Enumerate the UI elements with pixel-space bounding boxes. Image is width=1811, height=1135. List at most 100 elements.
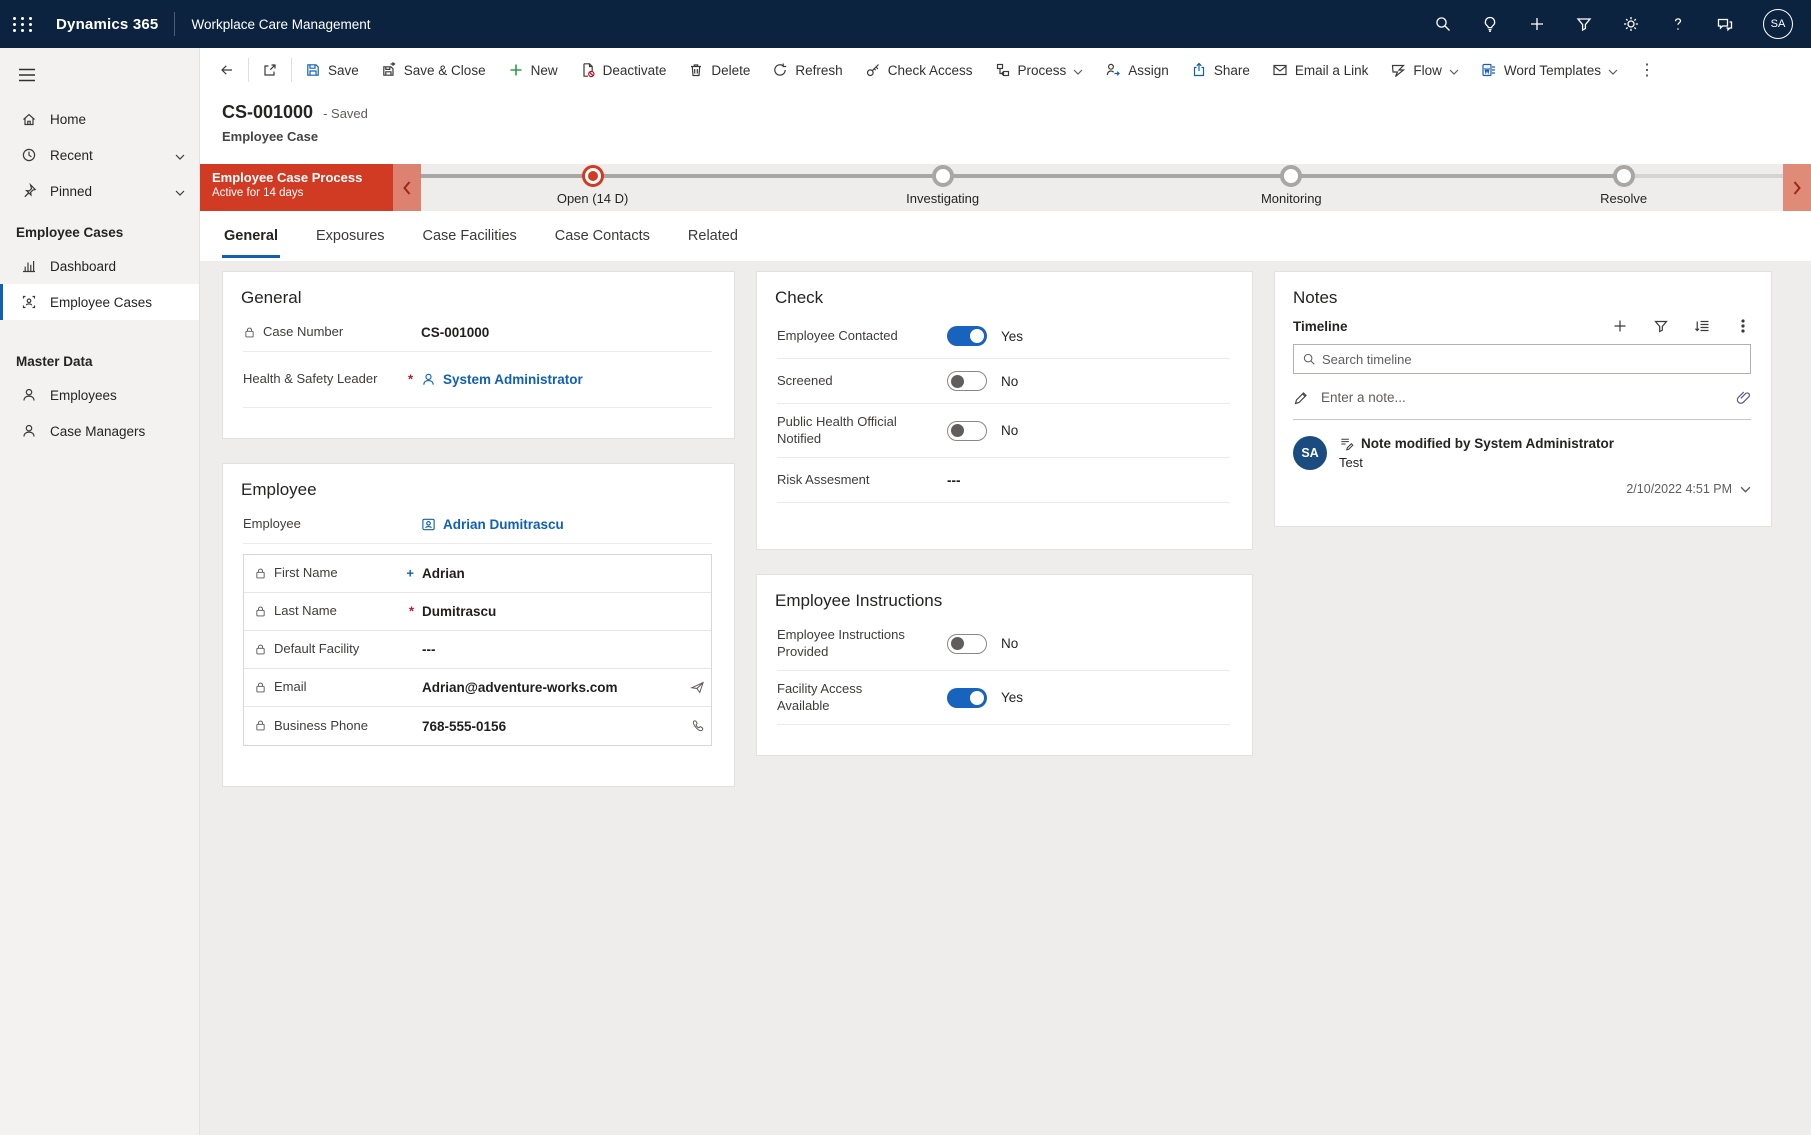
add-icon bbox=[508, 62, 524, 78]
phone-call-icon[interactable] bbox=[690, 719, 705, 734]
card-title: General bbox=[241, 288, 716, 308]
lock-icon bbox=[254, 719, 267, 732]
field-facility-access-available: Facility Access Available Yes bbox=[777, 671, 1230, 725]
pin-icon bbox=[21, 183, 37, 199]
toggle-instructions-provided[interactable] bbox=[947, 634, 987, 654]
note-icon bbox=[1339, 436, 1354, 451]
refresh-button[interactable]: Refresh bbox=[761, 54, 853, 86]
top-navigation-bar: Dynamics 365 Workplace Care Management S… bbox=[0, 0, 1811, 48]
person-icon bbox=[21, 423, 37, 439]
sidebar-item-pinned[interactable]: Pinned bbox=[0, 173, 199, 209]
lock-icon bbox=[254, 681, 267, 694]
field-email: Email Adrian@adventure-works.com bbox=[244, 669, 711, 707]
lookup-value-link[interactable]: Adrian Dumitrascu bbox=[421, 517, 712, 532]
tab-exposures[interactable]: Exposures bbox=[314, 215, 387, 258]
toggle-public-health-official[interactable] bbox=[947, 421, 987, 441]
contact-badge-icon bbox=[421, 517, 436, 532]
lookup-value-link[interactable]: System Administrator bbox=[421, 372, 712, 387]
feedback-icon[interactable] bbox=[1716, 15, 1734, 33]
sidebar-group-employee-cases: Employee Cases bbox=[0, 209, 199, 248]
note-placeholder[interactable]: Enter a note... bbox=[1321, 390, 1406, 405]
bpf-process-box[interactable]: Employee Case Process Active for 14 days bbox=[200, 164, 393, 211]
chevron-down-icon[interactable] bbox=[175, 184, 185, 199]
tab-case-contacts[interactable]: Case Contacts bbox=[553, 215, 652, 258]
toggle-screened[interactable] bbox=[947, 371, 987, 391]
toggle-employee-contacted[interactable] bbox=[947, 326, 987, 346]
bpf-stage-label-resolve[interactable]: Resolve bbox=[1600, 191, 1647, 206]
employee-instructions-card: Employee Instructions Employee Instructi… bbox=[756, 574, 1253, 756]
general-card: General Case Number CS-001000 Health & S… bbox=[222, 271, 735, 439]
required-asterisk: * bbox=[409, 604, 414, 619]
share-button[interactable]: Share bbox=[1180, 54, 1261, 86]
tab-case-facilities[interactable]: Case Facilities bbox=[421, 215, 519, 258]
sidebar-item-employee-cases[interactable]: Employee Cases bbox=[0, 284, 199, 320]
waffle-icon[interactable] bbox=[0, 0, 46, 48]
more-timeline-icon[interactable] bbox=[1735, 318, 1751, 334]
popout-button[interactable] bbox=[251, 54, 289, 86]
sidebar-item-home[interactable]: Home bbox=[0, 101, 199, 137]
sidebar-item-case-managers[interactable]: Case Managers bbox=[0, 413, 199, 449]
bpf-stage-dot-open[interactable] bbox=[582, 165, 604, 187]
more-commands-icon[interactable]: ⋮ bbox=[1629, 60, 1665, 80]
note-avatar: SA bbox=[1293, 436, 1327, 470]
timeline-note-item[interactable]: SA Note modified by System Administrator… bbox=[1293, 436, 1751, 496]
attachment-paperclip-icon[interactable] bbox=[1736, 390, 1751, 406]
bpf-stage-label-investigating[interactable]: Investigating bbox=[906, 191, 979, 206]
toggle-facility-access[interactable] bbox=[947, 688, 987, 708]
bpf-stage-label-open[interactable]: Open (14 D) bbox=[557, 191, 629, 206]
bpf-stage-dot-monitoring[interactable] bbox=[1280, 165, 1302, 187]
bpf-stage-dot-resolve[interactable] bbox=[1613, 165, 1635, 187]
toggle-state: No bbox=[1001, 423, 1018, 438]
save-and-close-button[interactable]: Save & Close bbox=[370, 54, 497, 86]
help-icon[interactable] bbox=[1669, 15, 1687, 33]
form-body: General Case Number CS-001000 Health & S… bbox=[200, 261, 1811, 1135]
sidebar-group-master-data: Master Data bbox=[0, 338, 199, 377]
process-button[interactable]: Process bbox=[984, 54, 1095, 86]
add-note-icon[interactable] bbox=[1612, 318, 1628, 334]
sidebar-item-recent[interactable]: Recent bbox=[0, 137, 199, 173]
field-case-number: Case Number CS-001000 bbox=[243, 314, 712, 352]
sort-timeline-icon[interactable] bbox=[1694, 318, 1710, 334]
search-icon[interactable] bbox=[1434, 15, 1452, 33]
filter-timeline-icon[interactable] bbox=[1653, 318, 1669, 334]
save-icon bbox=[305, 62, 321, 78]
note-entry-row[interactable]: Enter a note... bbox=[1293, 376, 1751, 420]
word-templates-button[interactable]: Word Templates bbox=[1470, 54, 1629, 86]
bpf-collapse-chevron[interactable] bbox=[393, 164, 421, 211]
chevron-down-icon[interactable] bbox=[1740, 486, 1751, 493]
app-name[interactable]: Workplace Care Management bbox=[191, 17, 370, 32]
plus-icon[interactable] bbox=[1528, 15, 1546, 33]
hamburger-icon[interactable] bbox=[0, 48, 199, 101]
deactivate-button[interactable]: Deactivate bbox=[569, 54, 678, 86]
flow-button[interactable]: Flow bbox=[1379, 54, 1470, 86]
save-button[interactable]: Save bbox=[294, 54, 370, 86]
bpf-stage-dot-investigating[interactable] bbox=[932, 165, 954, 187]
delete-button[interactable]: Delete bbox=[677, 54, 761, 86]
chevron-left-icon bbox=[403, 181, 411, 195]
avatar[interactable]: SA bbox=[1763, 9, 1793, 39]
search-timeline-input[interactable] bbox=[1322, 352, 1742, 367]
send-email-icon[interactable] bbox=[690, 680, 705, 695]
chevron-down-icon[interactable] bbox=[175, 148, 185, 163]
sidebar-item-dashboard[interactable]: Dashboard bbox=[0, 248, 199, 284]
sitemap-sidebar: Home Recent Pinned Employee Cases Dashbo… bbox=[0, 48, 200, 1135]
bpf-stage-label-monitoring[interactable]: Monitoring bbox=[1261, 191, 1322, 206]
note-timestamp: 2/10/2022 4:51 PM bbox=[1626, 482, 1732, 496]
command-bar: Save Save & Close New Deactivate Delete … bbox=[200, 48, 1811, 92]
back-button[interactable] bbox=[208, 54, 246, 86]
tab-general[interactable]: General bbox=[222, 215, 280, 258]
gear-icon[interactable] bbox=[1622, 15, 1640, 33]
field-first-name: First Name + Adrian bbox=[244, 555, 711, 593]
lock-icon bbox=[254, 567, 267, 580]
email-link-button[interactable]: Email a Link bbox=[1261, 54, 1380, 86]
new-button[interactable]: New bbox=[497, 54, 569, 86]
lightbulb-icon[interactable] bbox=[1481, 15, 1499, 33]
tab-related[interactable]: Related bbox=[686, 215, 740, 258]
assign-button[interactable]: Assign bbox=[1094, 54, 1180, 86]
bpf-next-stage-chevron[interactable] bbox=[1783, 164, 1811, 211]
check-access-button[interactable]: Check Access bbox=[854, 54, 984, 86]
sidebar-item-employees[interactable]: Employees bbox=[0, 377, 199, 413]
field-value[interactable]: CS-001000 bbox=[421, 325, 712, 340]
filter-icon[interactable] bbox=[1575, 15, 1593, 33]
person-icon bbox=[21, 387, 37, 403]
